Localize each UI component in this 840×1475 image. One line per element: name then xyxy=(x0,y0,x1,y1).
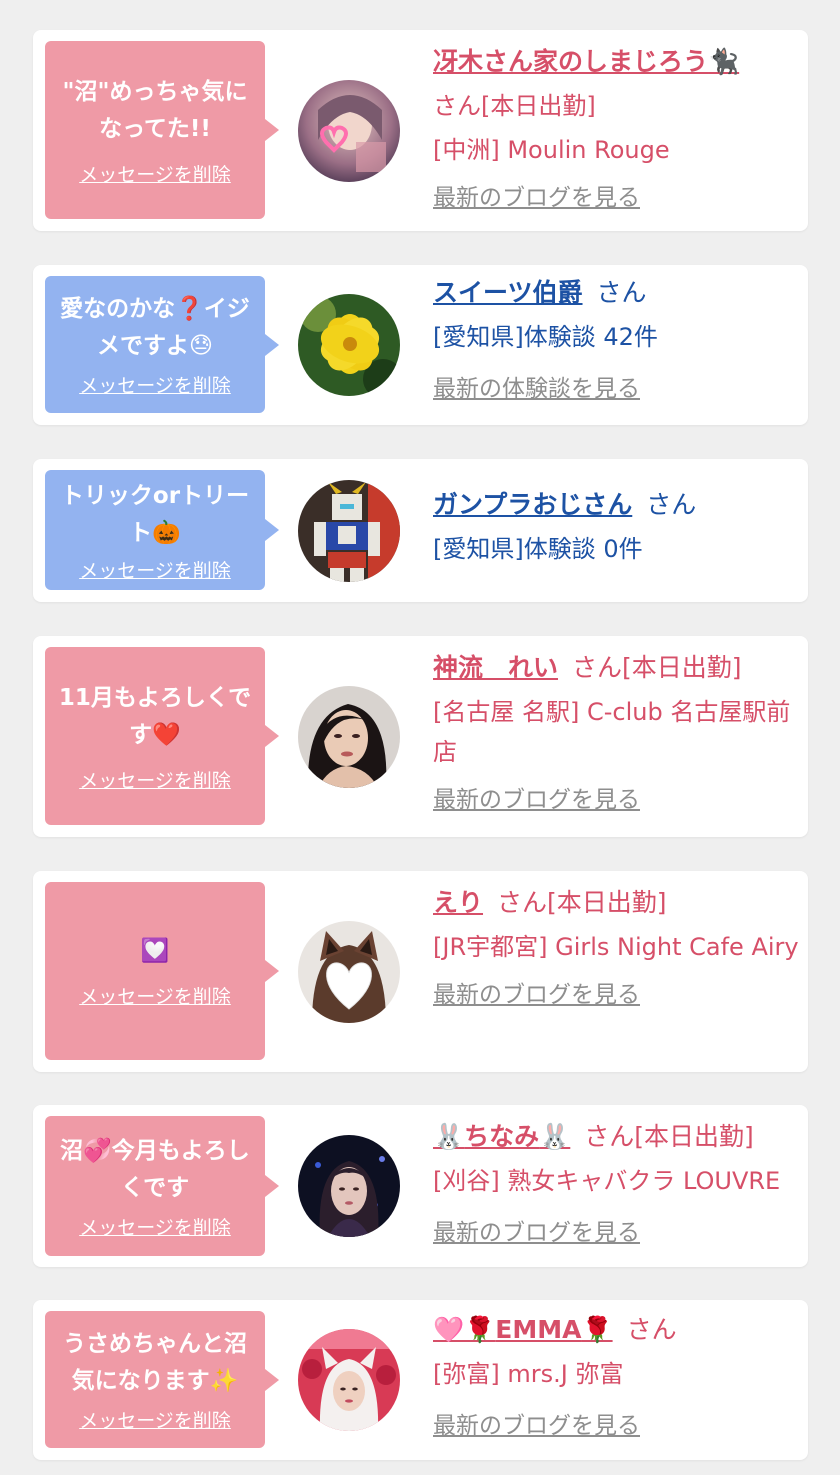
cast-name-link[interactable]: 🩷🌹EMMA🌹 xyxy=(433,1315,613,1344)
delete-message-link[interactable]: メッセージを削除 xyxy=(79,1406,231,1433)
message-bubble: うさめちゃんと沼 気になります✨ メッセージを削除 xyxy=(45,1311,279,1448)
latest-blog-link[interactable]: 最新のブログを見る xyxy=(433,782,640,818)
delete-message-link[interactable]: メッセージを削除 xyxy=(79,371,231,398)
cast-info: 神流 れい さん[本日出勤] [名古屋 名駅] C-club 名古屋駅前店 最新の… xyxy=(433,648,803,818)
honorific: さん xyxy=(596,278,647,307)
cast-status: さん[本日出勤] xyxy=(572,653,742,682)
delete-message-link[interactable]: メッセージを削除 xyxy=(79,766,231,793)
message-bubble: "沼"めっちゃ気に なってた!! メッセージを削除 xyxy=(45,41,279,219)
message-text: トリックorトリー ト🎃 xyxy=(60,482,250,546)
shop-name: [名古屋 名駅] C-club 名古屋駅前店 xyxy=(433,698,791,766)
cast-info: 冴木さん家のしまじろう🐈‍⬛ さん[本日出勤] [中洲] Moulin Roug… xyxy=(433,42,803,216)
avatar[interactable] xyxy=(298,1329,400,1431)
message-text: "沼"めっちゃ気に なってた!! xyxy=(62,78,248,142)
cast-info: 🐰ちなみ🐰 さん[本日出勤] [刈谷] 熟女キャバクラ LOUVRE 最新のブログ… xyxy=(433,1117,803,1251)
avatar[interactable] xyxy=(298,80,400,182)
message-card: "沼"めっちゃ気に なってた!! メッセージを削除 冴木さん家のしまじろう🐈‍⬛… xyxy=(33,30,808,231)
message-text: 愛なのかな❓イジ メですよ😓 xyxy=(60,296,250,359)
heart-rose-icon: 🩷🌹 xyxy=(433,1315,496,1344)
woman-portrait-icon xyxy=(298,686,400,788)
cast-status: さん[本日出勤] xyxy=(584,1122,754,1151)
cast-name-link[interactable]: えり xyxy=(433,888,483,917)
cast-status: さん[本日出勤] xyxy=(497,888,667,917)
dark-portrait-icon xyxy=(298,1135,400,1237)
shop-name: [刈谷] 熟女キャバクラ LOUVRE xyxy=(433,1167,781,1195)
message-bubble: 沼💞今月もよろし くです メッセージを削除 xyxy=(45,1116,279,1256)
message-card: 愛なのかな❓イジ メですよ😓 メッセージを削除 スイーツ伯爵 さん [愛知県]体… xyxy=(33,265,808,425)
latest-review-link[interactable]: 最新の体験談を見る xyxy=(433,371,640,407)
cast-info: 🩷🌹EMMA🌹 さん [弥富] mrs.J 弥富 最新のブログを見る xyxy=(433,1310,803,1444)
delete-message-link[interactable]: メッセージを削除 xyxy=(79,160,231,187)
message-card: うさめちゃんと沼 気になります✨ メッセージを削除 🩷🌹EMMA🌹 さん [弥富… xyxy=(33,1300,808,1460)
shop-name: [中洲] Moulin Rouge xyxy=(433,136,670,164)
message-card: 11月もよろしくで す❤️ メッセージを削除 神流 れい さん[本日出勤] [名古… xyxy=(33,636,808,837)
message-text: 11月もよろしくで す❤️ xyxy=(58,684,252,748)
avatar-photo-icon xyxy=(298,80,400,182)
latest-blog-link[interactable]: 最新のブログを見る xyxy=(433,977,640,1013)
user-name-link[interactable]: ガンプラおじさん xyxy=(433,490,632,519)
rose-icon: 🌹 xyxy=(581,1315,613,1344)
review-count: [愛知県]体験談 0件 xyxy=(433,535,643,563)
honorific: さん xyxy=(626,1315,677,1344)
cast-name-link[interactable]: 神流 れい xyxy=(433,653,558,682)
delete-message-link[interactable]: メッセージを削除 xyxy=(79,982,231,1009)
black-cat-icon: 🐈‍⬛ xyxy=(708,47,740,76)
message-card: トリックorトリー ト🎃 メッセージを削除 ガンプラおじさん さん [愛知県]体… xyxy=(33,459,808,602)
latest-blog-link[interactable]: 最新のブログを見る xyxy=(433,1408,640,1444)
message-card: 沼💞今月もよろし くです メッセージを削除 🐰ちなみ🐰 さん[本日出勤] [刈谷… xyxy=(33,1105,808,1267)
user-info: ガンプラおじさん さん [愛知県]体験談 0件 xyxy=(433,485,803,569)
message-bubble: トリックorトリー ト🎃 メッセージを削除 xyxy=(45,470,279,590)
avatar[interactable] xyxy=(298,686,400,788)
message-text: 💟 xyxy=(140,938,170,964)
user-name-link[interactable]: スイーツ伯爵 xyxy=(433,278,583,307)
red-costume-portrait-icon xyxy=(298,1329,400,1431)
delete-message-link[interactable]: メッセージを削除 xyxy=(79,556,231,583)
delete-message-link[interactable]: メッセージを削除 xyxy=(79,1213,231,1240)
cast-name-link[interactable]: 🐰ちなみ🐰 xyxy=(433,1122,570,1151)
latest-blog-link[interactable]: 最新のブログを見る xyxy=(433,180,640,216)
review-count: [愛知県]体験談 42件 xyxy=(433,323,658,351)
rabbit-icon: 🐰 xyxy=(539,1122,571,1151)
message-text: 沼💞今月もよろし くです xyxy=(60,1137,250,1201)
message-text: うさめちゃんと沼 気になります✨ xyxy=(63,1331,247,1394)
cat-ears-heart-icon xyxy=(298,921,400,1023)
avatar[interactable] xyxy=(298,480,400,582)
message-list: "沼"めっちゃ気に なってた!! メッセージを削除 冴木さん家のしまじろう🐈‍⬛… xyxy=(0,0,840,1475)
cast-status: さん[本日出勤] xyxy=(433,92,596,120)
avatar[interactable] xyxy=(298,1135,400,1237)
rabbit-icon: 🐰 xyxy=(433,1122,465,1151)
message-bubble: 💟 メッセージを削除 xyxy=(45,882,279,1060)
message-card: 💟 メッセージを削除 えり さん[本日出勤] [JR宇都宮] Girls Nigh… xyxy=(33,871,808,1072)
message-bubble: 愛なのかな❓イジ メですよ😓 メッセージを削除 xyxy=(45,276,279,413)
honorific: さん xyxy=(646,490,697,519)
gundam-model-icon xyxy=(298,480,400,582)
message-bubble: 11月もよろしくで す❤️ メッセージを削除 xyxy=(45,647,279,825)
avatar[interactable] xyxy=(298,921,400,1023)
yellow-flower-icon xyxy=(298,294,400,396)
shop-name: [弥富] mrs.J 弥富 xyxy=(433,1360,624,1388)
cast-name-link[interactable]: 冴木さん家のしまじろう🐈‍⬛ xyxy=(433,47,739,76)
cast-info: えり さん[本日出勤] [JR宇都宮] Girls Night Cafe Airy… xyxy=(433,883,803,1013)
shop-name: [JR宇都宮] Girls Night Cafe Airy xyxy=(433,933,799,961)
latest-blog-link[interactable]: 最新のブログを見る xyxy=(433,1215,640,1251)
avatar[interactable] xyxy=(298,294,400,396)
user-info: スイーツ伯爵 さん [愛知県]体験談 42件 最新の体験談を見る xyxy=(433,273,803,407)
